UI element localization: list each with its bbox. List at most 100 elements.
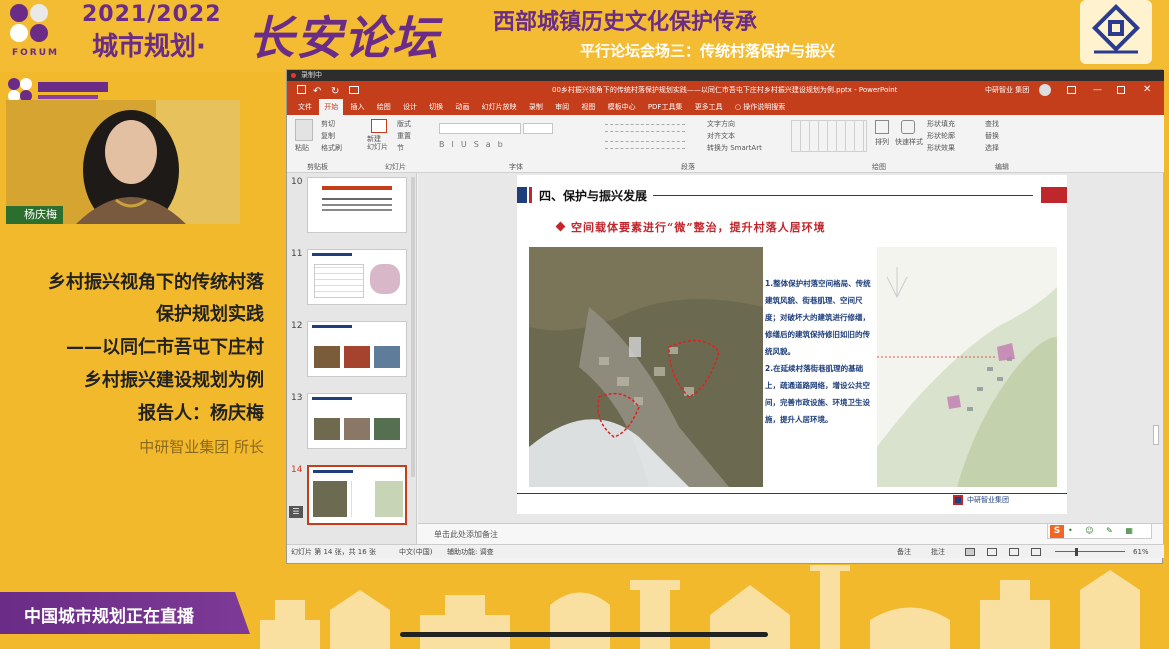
group-drawing: 绘图 [872,163,886,171]
talk-title-line-1: 乡村振兴视角下的传统村落 [48,272,264,293]
align-text-button[interactable]: 对齐文本 [707,131,735,141]
paste-label[interactable]: 粘贴 [295,143,309,153]
forum-logo: FORUM [6,2,68,66]
slide-thumbnail-12[interactable] [307,321,407,377]
format-painter-button[interactable]: 格式刷 [321,143,342,153]
new-slide-icon[interactable] [371,119,387,133]
recording-dot-icon [291,73,296,78]
slide-thumbnail-14[interactable] [307,465,407,525]
layout-button[interactable]: 版式 [397,119,411,129]
satellite-map-image [529,247,763,487]
slide-thumbnail-11[interactable] [307,249,407,305]
slide-thumbnail-10[interactable] [307,177,407,233]
present-icon[interactable] [349,86,359,94]
smartart-button[interactable]: 转换为 SmartArt [707,143,762,153]
thumbnail-scrollbar[interactable] [411,177,415,477]
tab-file[interactable]: 文件 [293,99,317,115]
ribbon-display-icon[interactable] [1067,86,1076,94]
arrange-button[interactable]: 排列 [875,137,889,147]
tab-view[interactable]: 视图 [576,99,600,115]
comments-toggle-button[interactable]: 批注 [931,545,945,559]
normal-view-icon[interactable] [965,548,975,556]
notes-toggle-button[interactable]: 备注 [897,545,911,559]
slideshow-icon[interactable] [1031,548,1041,556]
font-style-buttons[interactable]: BIUSab [439,140,599,150]
text-direction-button[interactable]: 文字方向 [707,119,735,129]
recording-label: 录制中 [301,71,322,79]
language-status[interactable]: 中文(中国) [399,545,432,559]
zoom-level[interactable]: 61% [1133,545,1149,559]
maximize-icon[interactable] [1117,86,1125,94]
organizer-emblem-icon [1080,0,1152,64]
reset-button[interactable]: 重置 [397,131,411,141]
talk-title-line-2: 保护规划实践 [156,304,264,325]
shape-effects-button[interactable]: 形状效果 [927,143,955,153]
minimize-icon[interactable]: — [1093,81,1102,99]
ime-mode-icons[interactable]: • ☺ ✎ ▦ [1068,526,1138,535]
tab-draw[interactable]: 绘图 [372,99,396,115]
cut-button[interactable]: 剪切 [321,119,335,129]
shape-fill-button[interactable]: 形状填充 [927,119,955,129]
zoom-slider[interactable] [1055,551,1125,552]
title-rule [653,195,1033,196]
slide-thumbnail-13[interactable] [307,393,407,449]
select-button[interactable]: 选择 [985,143,999,153]
group-editing: 编辑 [995,163,1009,171]
accessibility-status[interactable]: 辅助功能: 调查 [447,545,494,559]
tab-more-tools[interactable]: 更多工具 [690,99,728,115]
avatar[interactable] [1039,84,1051,96]
ime-toolbar[interactable]: S • ☺ ✎ ▦ [1047,523,1152,539]
close-icon[interactable]: ✕ [1143,81,1151,99]
copy-button[interactable]: 复制 [321,131,335,141]
section-button[interactable]: 节 [397,143,404,153]
quick-styles-button[interactable]: 快速样式 [895,137,923,147]
tab-review[interactable]: 审阅 [550,99,574,115]
paste-button[interactable] [295,119,313,141]
align-buttons[interactable] [605,141,685,149]
group-font: 字体 [509,163,523,171]
shapes-gallery[interactable] [791,120,867,152]
list-buttons[interactable] [605,124,685,132]
slide-section-title: 四、保护与振兴发展 [539,189,648,203]
tab-insert[interactable]: 插入 [345,99,369,115]
powerpoint-window: 录制中 ↶ ↻ 00乡村振兴视角下的传统村落保护规划实践——以同仁市吾屯下庄村乡… [286,69,1164,564]
section-marker [517,187,527,203]
notes-placeholder[interactable]: 单击此处添加备注 [434,530,498,539]
tab-design[interactable]: 设计 [398,99,422,115]
reading-view-icon[interactable] [1009,548,1019,556]
tab-pdf-tools[interactable]: PDF工具集 [643,99,688,115]
account-name[interactable]: 中研智业 集团 [985,81,1029,99]
find-button[interactable]: 查找 [985,119,999,129]
new-slide-button[interactable]: 新建 幻灯片 [367,135,388,151]
live-broadcast-text: 中国城市规划正在直播 [24,607,194,627]
current-slide[interactable]: 四、保护与振兴发展 空间载体要素进行“微”整治，提升村落人居环境 1.整体保护村… [517,175,1067,514]
slide-sorter-icon[interactable] [987,548,997,556]
home-indicator[interactable] [400,632,768,637]
tell-me-search[interactable]: ○ 操作说明搜索 [730,99,790,115]
tab-transitions[interactable]: 切换 [424,99,448,115]
save-icon[interactable] [297,85,306,94]
tab-record[interactable]: 录制 [524,99,548,115]
group-slides: 幻灯片 [385,163,406,171]
status-bar: 幻灯片 第 14 张，共 16 张 中文(中国) 辅助功能: 调查 备注 批注 … [287,544,1164,558]
zoom-thumb[interactable] [1075,548,1078,556]
arrange-icon[interactable] [875,120,889,134]
presenter-label: 报告人：杨庆梅 [138,403,264,424]
venue-subtitle: 平行论坛会场三：传统村落保护与振兴 [580,42,836,60]
outline-toggle-icon[interactable]: ☰ [289,506,303,518]
sogou-icon[interactable]: S [1050,525,1064,538]
font-size-select[interactable] [523,123,553,134]
tab-animations[interactable]: 动画 [450,99,474,115]
quick-styles-icon[interactable] [901,120,915,134]
talk-title-line-3: ——以同仁市吾屯下庄村 [66,337,264,358]
event-years: 2021/2022 [82,2,222,27]
tab-template-center[interactable]: 模板中心 [603,99,641,115]
tab-slideshow[interactable]: 幻灯片放映 [477,99,522,115]
shape-outline-button[interactable]: 形状轮廓 [927,131,955,141]
tab-home[interactable]: 开始 [319,99,344,115]
group-clipboard: 剪贴板 [307,163,328,171]
tell-me-label: 操作说明搜索 [743,103,786,111]
replace-button[interactable]: 替换 [985,131,999,141]
font-family-select[interactable] [439,123,521,134]
vertical-scrollbar[interactable] [1153,425,1159,445]
